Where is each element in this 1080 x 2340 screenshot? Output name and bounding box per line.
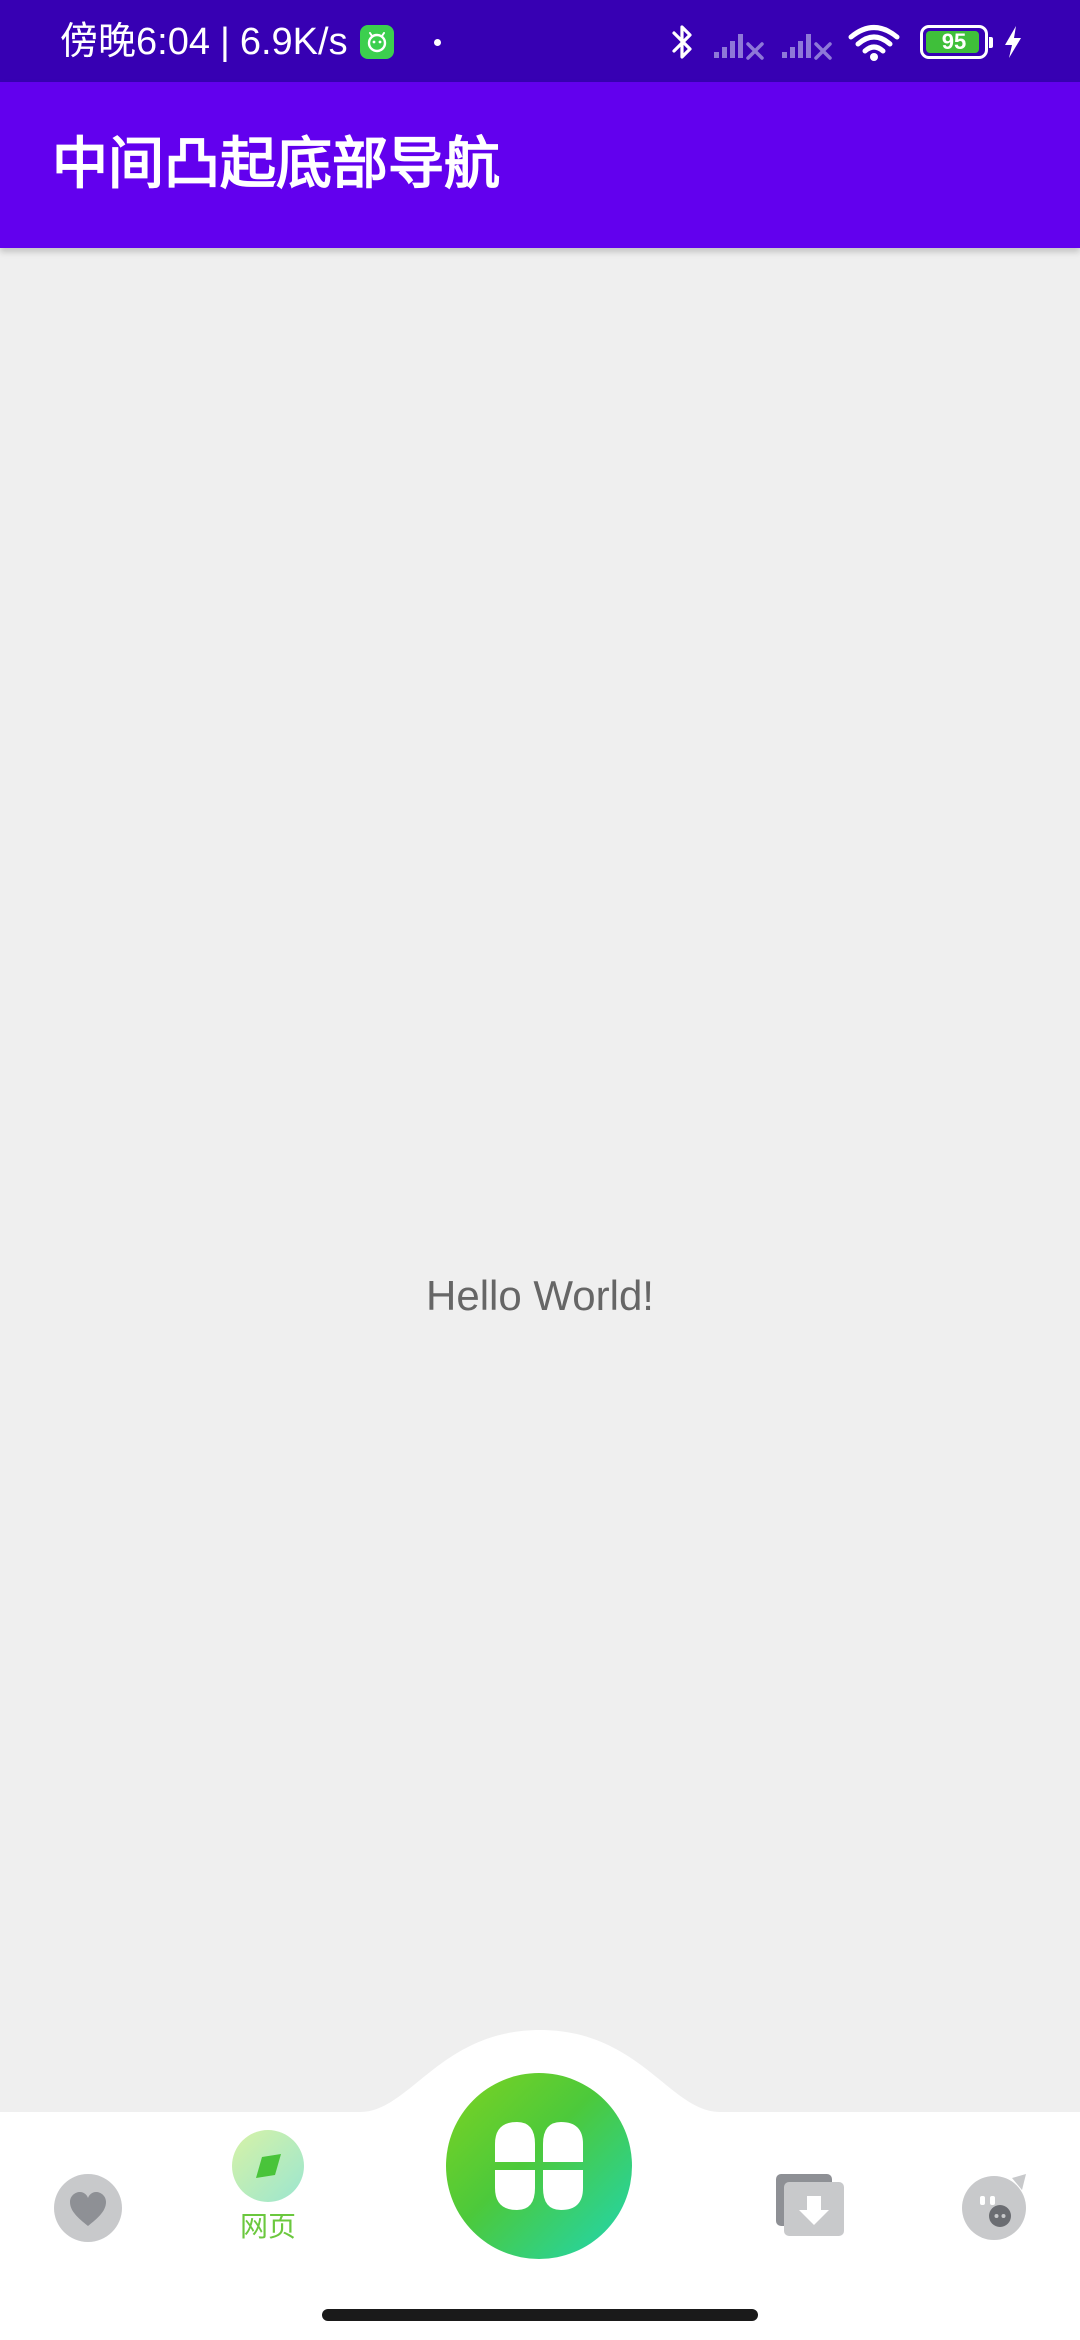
status-time: 傍晚6:04 xyxy=(60,21,210,63)
status-left: 傍晚6:04 | 6.9K/s xyxy=(60,18,441,66)
hello-text: Hello World! xyxy=(426,1272,654,1319)
webpage-leaf-icon xyxy=(232,2130,304,2202)
nav-item-favorite[interactable] xyxy=(52,2172,124,2252)
app-bar: 中间凸起底部导航 xyxy=(0,82,1080,248)
status-bar: 傍晚6:04 | 6.9K/s 95 xyxy=(0,0,1080,82)
status-separator: | xyxy=(219,21,230,63)
bottom-navigation: 网页 xyxy=(0,2030,1080,2340)
nav-item-label: 网页 xyxy=(239,2210,296,2243)
charging-icon xyxy=(1005,26,1021,58)
pig-face-icon xyxy=(962,2174,1026,2240)
nav-item-profile[interactable] xyxy=(960,2170,1032,2242)
app-notification-icon xyxy=(359,25,394,59)
network-speed: 6.9K/s xyxy=(239,21,348,63)
page-title: 中间凸起底部导航 xyxy=(52,132,500,197)
wifi-icon xyxy=(848,25,900,61)
battery-icon: 95 xyxy=(920,25,993,59)
bluetooth-icon xyxy=(672,25,692,59)
nav-item-webpage[interactable]: 网页 xyxy=(232,2130,304,2244)
download-folder-icon xyxy=(776,2174,844,2236)
heart-icon xyxy=(54,2174,122,2242)
signal-no-service-icon xyxy=(714,34,764,60)
clover-icon xyxy=(495,2122,583,2210)
battery-tip xyxy=(989,37,993,48)
main-content: Hello World! xyxy=(0,248,1080,2110)
battery-level: 95 xyxy=(941,29,967,54)
home-indicator[interactable] xyxy=(322,2309,758,2321)
nav-item-download[interactable] xyxy=(774,2170,846,2238)
signal-no-service-icon xyxy=(782,34,832,60)
status-right: 95 xyxy=(668,18,1024,66)
center-clover-button[interactable] xyxy=(446,2073,632,2259)
notification-dot xyxy=(433,38,441,46)
